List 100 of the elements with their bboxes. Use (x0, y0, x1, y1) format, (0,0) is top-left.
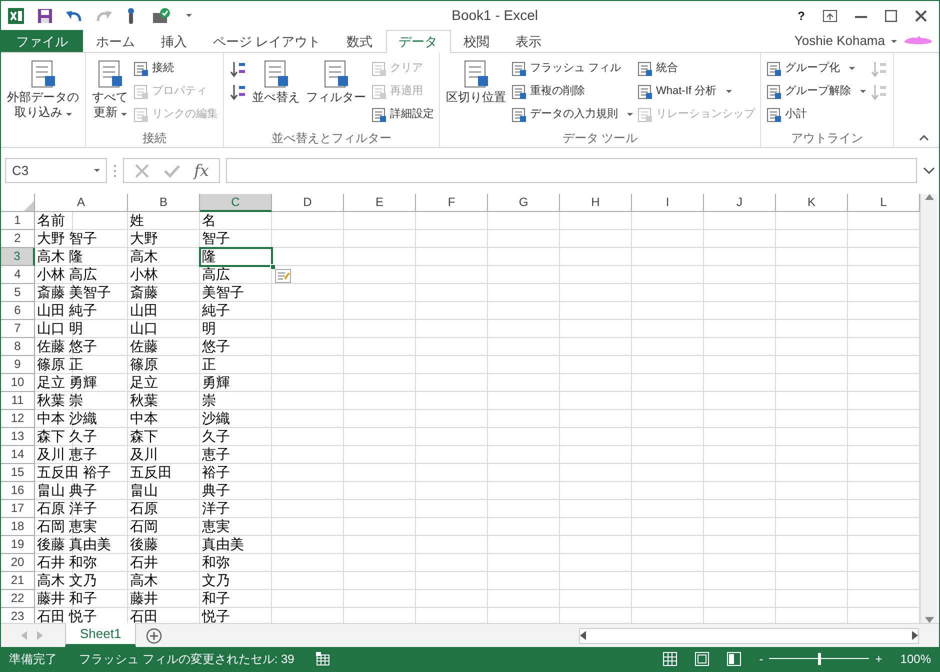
macro-record-icon[interactable] (316, 652, 330, 666)
file-tab[interactable]: ファイル (1, 30, 83, 52)
column-header[interactable]: K (776, 194, 848, 212)
row-header[interactable]: 12 (1, 410, 35, 428)
maximize-icon[interactable] (885, 10, 897, 22)
row-header[interactable]: 13 (1, 428, 35, 446)
save-icon[interactable] (37, 8, 53, 24)
column-header[interactable]: C (200, 194, 272, 212)
table-cell-text: 斎藤 (129, 284, 159, 302)
zoom-out-button[interactable]: - (759, 650, 764, 668)
row-header[interactable]: 18 (1, 518, 35, 536)
formula-field[interactable] (226, 158, 917, 183)
row-header[interactable]: 21 (1, 572, 35, 590)
page-layout-icon[interactable] (695, 652, 710, 666)
help-button[interactable]: ? (798, 6, 805, 24)
ribbon-display-icon[interactable] (823, 10, 837, 22)
scroll-right-icon[interactable] (912, 631, 918, 640)
user-button[interactable]: Yoshie Kohama (794, 31, 897, 51)
ribbon-button[interactable]: 並べ替え (250, 56, 302, 129)
ribbon-button[interactable]: 区切り位置 (444, 56, 508, 129)
ribbon-button[interactable]: グループ化 (765, 58, 867, 79)
table-cell-text: 佐藤 悠子 (36, 338, 98, 356)
fill-handle[interactable] (270, 264, 276, 270)
check-icon[interactable] (164, 162, 180, 178)
row-header[interactable]: 3 (1, 248, 35, 266)
column-header[interactable]: J (704, 194, 776, 212)
normal-view-icon[interactable] (663, 652, 678, 666)
ribbon-button[interactable]: 接続 (132, 58, 219, 79)
ribbon-button[interactable]: 詳細設定 (370, 104, 435, 125)
row-header[interactable]: 20 (1, 554, 35, 572)
ribbon-button[interactable]: フィルター (304, 56, 368, 129)
ribbon-tab[interactable]: 表示 (502, 30, 555, 52)
row-header[interactable]: 17 (1, 500, 35, 518)
column-header[interactable]: I (632, 194, 704, 212)
vertical-scrollbar[interactable] (920, 194, 937, 623)
caret-icon (186, 14, 192, 17)
ribbon-button[interactable]: フラッシュ フィル (510, 58, 634, 79)
row-header[interactable]: 1 (1, 212, 35, 230)
add-sheet-icon[interactable] (146, 628, 162, 644)
column-header[interactable]: H (560, 194, 632, 212)
ribbon-tab[interactable]: ホーム (83, 30, 148, 52)
ribbon-button[interactable]: グループ解除 (765, 81, 867, 102)
row-header[interactable]: 22 (1, 590, 35, 608)
row-header[interactable]: 11 (1, 392, 35, 410)
horizontal-scrollbar[interactable] (579, 628, 919, 644)
insert-function-button[interactable]: fx (194, 158, 209, 182)
table-cell-text: 石井 (129, 554, 159, 572)
column-header[interactable]: E (344, 194, 416, 212)
zoom-level[interactable]: 100% (900, 650, 931, 668)
row-header[interactable]: 19 (1, 536, 35, 554)
sort-icon[interactable] (229, 82, 247, 100)
close-icon[interactable] (915, 10, 927, 22)
column-header[interactable]: F (416, 194, 488, 212)
excel-icon[interactable] (7, 6, 25, 24)
expand-icon[interactable] (923, 166, 935, 174)
row-header[interactable]: 5 (1, 284, 35, 302)
table-cell-text: 山口 (129, 320, 159, 338)
scroll-up-icon[interactable] (924, 194, 934, 200)
column-header[interactable]: D (272, 194, 344, 212)
row-header[interactable]: 8 (1, 338, 35, 356)
flash-fill-options-icon[interactable] (275, 269, 291, 283)
row-header[interactable]: 2 (1, 230, 35, 248)
row-header[interactable]: 10 (1, 374, 35, 392)
ribbon-tab[interactable]: 数式 (334, 30, 386, 52)
zoom-in-button[interactable]: + (875, 650, 882, 668)
ribbon-button[interactable]: What-If 分析 (636, 81, 756, 102)
page-break-icon[interactable] (727, 652, 742, 666)
ribbon-button[interactable]: 重複の削除 (510, 81, 634, 102)
table-cell-text: 石岡 (129, 518, 159, 536)
ribbon-button[interactable]: 外部データの 取り込み (5, 56, 81, 129)
table-cell-text: 畠山 典子 (36, 482, 98, 500)
row-header[interactable]: 16 (1, 482, 35, 500)
active-cell[interactable]: 隆 (200, 248, 272, 266)
sort-icon[interactable] (229, 60, 247, 78)
scroll-left-icon[interactable] (580, 631, 586, 640)
column-header[interactable]: B (128, 194, 200, 212)
table-cell-text: 中本 (129, 410, 159, 428)
ribbon-button[interactable]: すべて 更新 (90, 56, 130, 129)
column-header[interactable]: A (35, 194, 128, 212)
ribbon-tab[interactable]: 挿入 (148, 30, 200, 52)
ribbon-tab[interactable]: データ (386, 30, 451, 53)
row-header[interactable]: 14 (1, 446, 35, 464)
column-header[interactable]: L (848, 194, 920, 212)
ribbon-button[interactable]: 小計 (765, 104, 867, 125)
ribbon-tab[interactable]: 校閲 (450, 30, 503, 52)
row-header[interactable]: 6 (1, 302, 35, 320)
table-cell-text: 高木 (129, 572, 159, 590)
sheet-tab[interactable]: Sheet1 (65, 623, 136, 647)
table-cell-text: 沙織 (201, 410, 231, 428)
ribbon-button[interactable]: データの入力規則 (510, 104, 634, 125)
collapse-ribbon-icon[interactable] (919, 135, 929, 141)
name-box[interactable]: C3 (5, 158, 107, 183)
printer-icon[interactable] (151, 6, 171, 24)
row-header[interactable]: 15 (1, 464, 35, 482)
row-header[interactable]: 4 (1, 266, 35, 284)
ribbon-button[interactable]: 統合 (636, 58, 756, 79)
ribbon-tab[interactable]: ページ レイアウト (200, 30, 334, 52)
row-header[interactable]: 9 (1, 356, 35, 374)
row-header[interactable]: 7 (1, 320, 35, 338)
column-header[interactable]: G (488, 194, 560, 212)
